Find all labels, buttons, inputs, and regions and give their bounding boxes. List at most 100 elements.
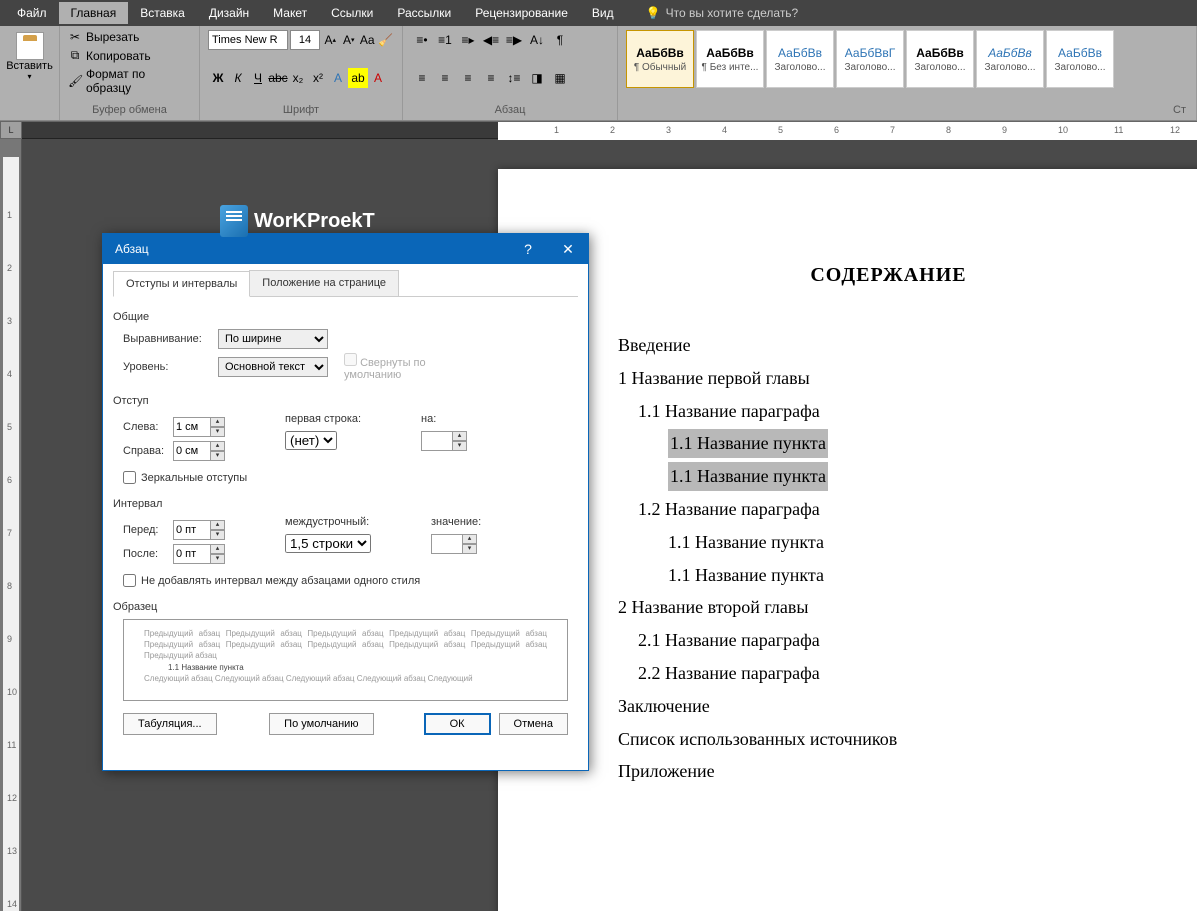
font-size-select[interactable]	[290, 30, 320, 50]
spin-down[interactable]: ▾	[211, 554, 225, 564]
italic-button[interactable]: К	[228, 68, 248, 88]
toc-line[interactable]: 1 Название первой главы	[618, 364, 1159, 393]
toc-line[interactable]: 2.1 Название параграфа	[618, 626, 1159, 655]
level-select[interactable]: Основной текст	[218, 357, 328, 377]
style-item-0[interactable]: АаБбВв¶ Обычный	[626, 30, 694, 88]
sort-button[interactable]: A↓	[526, 30, 548, 50]
tab-layout[interactable]: Макет	[261, 2, 319, 24]
tab-position[interactable]: Положение на странице	[249, 270, 399, 296]
linespacing-select[interactable]: 1,5 строки	[285, 534, 371, 553]
align-right-button[interactable]: ≡	[457, 68, 479, 88]
ruler-corner[interactable]: L	[0, 121, 22, 139]
tab-design[interactable]: Дизайн	[197, 2, 261, 24]
format-painter-button[interactable]: 🖌Формат по образцу	[66, 65, 193, 97]
cut-button[interactable]: ✂Вырезать	[66, 28, 193, 46]
spin-up[interactable]: ▴	[453, 431, 467, 441]
numbering-button[interactable]: ≡1	[434, 30, 456, 50]
cancel-button[interactable]: Отмена	[499, 713, 568, 735]
toc-line[interactable]: Приложение	[618, 757, 1159, 786]
tell-me[interactable]: 💡 Что вы хотите сделать?	[646, 6, 799, 20]
underline-button[interactable]: Ч	[248, 68, 268, 88]
tab-review[interactable]: Рецензирование	[463, 2, 580, 24]
text-effects-button[interactable]: A	[328, 68, 348, 88]
toc-line[interactable]: Список использованных источников	[618, 725, 1159, 754]
style-item-2[interactable]: АаБбВвЗаголово...	[766, 30, 834, 88]
strike-button[interactable]: abc	[268, 68, 288, 88]
toc-line[interactable]: 1.1 Название пункта	[618, 462, 1159, 491]
style-item-6[interactable]: АаБбВвЗаголово...	[1046, 30, 1114, 88]
nospace-checkbox[interactable]	[123, 574, 136, 587]
tab-file[interactable]: Файл	[5, 2, 59, 24]
spin-down[interactable]: ▾	[453, 441, 467, 451]
toc-line[interactable]: 2 Название второй главы	[618, 593, 1159, 622]
spin-up[interactable]: ▴	[463, 534, 477, 544]
ok-button[interactable]: ОК	[424, 713, 491, 735]
justify-button[interactable]: ≡	[480, 68, 502, 88]
spin-up[interactable]: ▴	[211, 520, 225, 530]
tab-indents[interactable]: Отступы и интервалы	[113, 271, 250, 297]
font-color-button[interactable]: A	[368, 68, 388, 88]
bold-button[interactable]: Ж	[208, 68, 228, 88]
toc-line[interactable]: 2.2 Название параграфа	[618, 659, 1159, 688]
tab-references[interactable]: Ссылки	[319, 2, 385, 24]
after-input[interactable]	[173, 544, 211, 564]
vertical-ruler[interactable]: 1234567891011121314	[0, 139, 22, 911]
right-indent-input[interactable]	[173, 441, 211, 461]
toc-line[interactable]: 1.1 Название параграфа	[618, 397, 1159, 426]
tab-view[interactable]: Вид	[580, 2, 626, 24]
bullets-button[interactable]: ≡•	[411, 30, 433, 50]
line-spacing-button[interactable]: ↕≡	[503, 68, 525, 88]
outdent-button[interactable]: ◀≡	[480, 30, 502, 50]
tab-mailings[interactable]: Рассылки	[385, 2, 463, 24]
style-item-1[interactable]: АаБбВв¶ Без инте...	[696, 30, 764, 88]
spin-down[interactable]: ▾	[211, 530, 225, 540]
value-input[interactable]	[431, 534, 463, 554]
superscript-button[interactable]: x²	[308, 68, 328, 88]
style-item-4[interactable]: АаБбВвЗаголово...	[906, 30, 974, 88]
highlight-button[interactable]: ab	[348, 68, 368, 88]
paste-button[interactable]: Вставить ▾	[6, 28, 53, 85]
clear-format-button[interactable]: 🧹	[378, 30, 395, 50]
tab-home[interactable]: Главная	[59, 2, 129, 24]
style-item-5[interactable]: АаБбВвЗаголово...	[976, 30, 1044, 88]
toc-line[interactable]: Введение	[618, 331, 1159, 360]
shrink-font-button[interactable]: A▾	[341, 30, 358, 50]
subscript-button[interactable]: x₂	[288, 68, 308, 88]
toc-line[interactable]: 1.1 Название пункта	[618, 429, 1159, 458]
multilevel-button[interactable]: ≡▸	[457, 30, 479, 50]
indent-button[interactable]: ≡▶	[503, 30, 525, 50]
spin-up[interactable]: ▴	[211, 544, 225, 554]
left-indent-input[interactable]	[173, 417, 211, 437]
spin-down[interactable]: ▾	[211, 451, 225, 461]
tabs-button[interactable]: Табуляция...	[123, 713, 217, 735]
page-content[interactable]: СОДЕРЖАНИЕ Введение1 Название первой гла…	[498, 169, 1197, 850]
default-button[interactable]: По умолчанию	[269, 713, 373, 735]
change-case-button[interactable]: Aa	[359, 30, 376, 50]
toc-line[interactable]: 1.1 Название пункта	[618, 561, 1159, 590]
spin-up[interactable]: ▴	[211, 441, 225, 451]
dialog-close-button[interactable]: ✕	[548, 234, 588, 264]
spin-down[interactable]: ▾	[211, 427, 225, 437]
shading-button[interactable]: ◨	[526, 68, 548, 88]
style-item-3[interactable]: АаБбВвГЗаголово...	[836, 30, 904, 88]
alignment-select[interactable]: По ширине	[218, 329, 328, 349]
copy-button[interactable]: ⧉Копировать	[66, 46, 193, 65]
before-input[interactable]	[173, 520, 211, 540]
firstline-select[interactable]: (нет)	[285, 431, 337, 450]
borders-button[interactable]: ▦	[549, 68, 571, 88]
document-page[interactable]: СОДЕРЖАНИЕ Введение1 Название первой гла…	[498, 169, 1197, 911]
on-input[interactable]	[421, 431, 453, 451]
tab-insert[interactable]: Вставка	[128, 2, 197, 24]
horizontal-ruler[interactable]: 123456789101112	[22, 121, 1197, 139]
mirror-checkbox[interactable]	[123, 471, 136, 484]
align-center-button[interactable]: ≡	[434, 68, 456, 88]
align-left-button[interactable]: ≡	[411, 68, 433, 88]
toc-line[interactable]: 1.1 Название пункта	[618, 528, 1159, 557]
font-name-select[interactable]	[208, 30, 288, 50]
toc-line[interactable]: Заключение	[618, 692, 1159, 721]
dialog-titlebar[interactable]: Абзац ? ✕	[103, 234, 588, 264]
grow-font-button[interactable]: A▴	[322, 30, 339, 50]
toc-line[interactable]: 1.2 Название параграфа	[618, 495, 1159, 524]
spin-up[interactable]: ▴	[211, 417, 225, 427]
dialog-help-button[interactable]: ?	[508, 234, 548, 264]
